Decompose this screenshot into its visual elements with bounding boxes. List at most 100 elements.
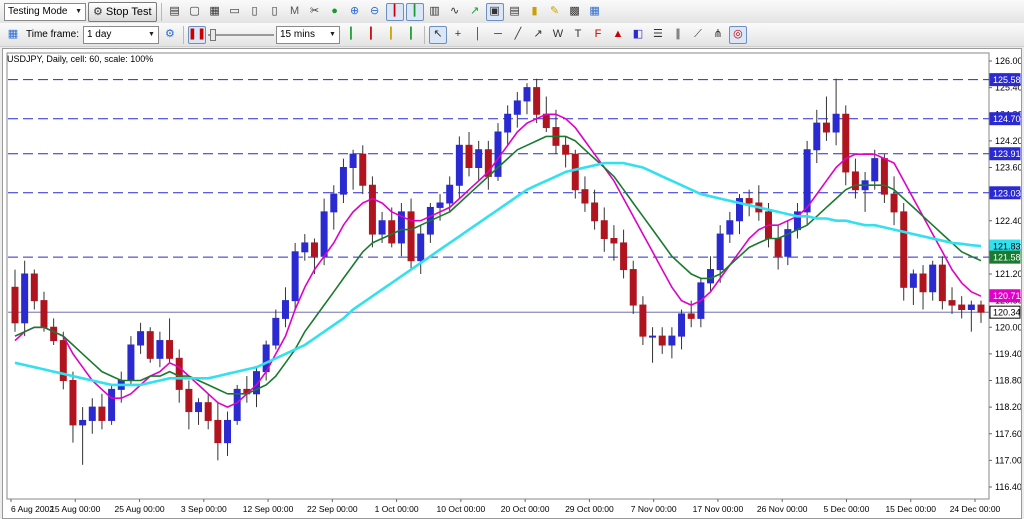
candle[interactable] — [436, 202, 444, 208]
candle[interactable] — [359, 153, 367, 186]
candle[interactable] — [571, 153, 579, 191]
fibo-icon[interactable]: F — [589, 26, 607, 44]
candle[interactable] — [774, 238, 782, 257]
candle[interactable] — [813, 122, 821, 151]
channel-icon[interactable]: ∥ — [669, 26, 687, 44]
candle[interactable] — [378, 220, 386, 235]
candle-red-icon[interactable]: ┃ — [362, 26, 380, 44]
timeframe-select[interactable]: 1 day ▼ — [82, 25, 159, 44]
candle-yellow-icon[interactable]: ┃ — [382, 26, 400, 44]
speed-slider-thumb[interactable] — [209, 28, 216, 41]
candle[interactable] — [272, 317, 280, 346]
chart-up-icon[interactable]: ↗ — [466, 3, 484, 21]
horizontal-line-icon[interactable]: ─ — [489, 26, 507, 44]
book-icon[interactable]: ▮ — [526, 3, 544, 21]
scissors-icon[interactable]: ✂ — [306, 3, 324, 21]
candle[interactable] — [629, 269, 637, 306]
candle[interactable] — [475, 149, 483, 168]
candle[interactable] — [658, 335, 666, 346]
candle[interactable] — [610, 238, 618, 244]
candle[interactable] — [214, 419, 222, 444]
window-icon[interactable]: ▢ — [186, 3, 204, 21]
candle-mixed-icon[interactable]: ┃ — [402, 26, 420, 44]
candle[interactable] — [707, 269, 715, 284]
template-icon[interactable]: ▤ — [506, 3, 524, 21]
fan-icon[interactable]: ⟋ — [689, 26, 707, 44]
bars-icon[interactable]: ┃ — [405, 2, 424, 21]
stop-test-button[interactable]: ⚙ Stop Test — [88, 1, 157, 22]
candle[interactable] — [967, 304, 975, 310]
trendline-icon[interactable]: ╱ — [509, 26, 527, 44]
candle[interactable] — [455, 144, 463, 186]
candle[interactable] — [958, 304, 966, 310]
folder-icon[interactable]: ▭ — [226, 3, 244, 21]
zoom-out-icon[interactable]: ⊖ — [366, 3, 384, 21]
candle[interactable] — [349, 153, 357, 168]
candle[interactable] — [98, 406, 106, 421]
candle[interactable] — [166, 340, 174, 359]
candle[interactable] — [21, 273, 29, 324]
candle[interactable] — [156, 340, 164, 359]
candle[interactable] — [204, 402, 212, 421]
speed-select[interactable]: 15 mins ▼ — [275, 25, 340, 44]
candle[interactable] — [310, 242, 318, 257]
candle[interactable] — [919, 273, 927, 293]
text-t-icon[interactable]: T — [569, 26, 587, 44]
mode-select[interactable]: Testing Mode ▼ — [4, 2, 86, 21]
candle[interactable] — [716, 233, 724, 271]
crosshair-icon[interactable]: + — [449, 26, 467, 44]
candles-icon[interactable]: ┃ — [385, 2, 404, 21]
pitchfork-icon[interactable]: ⋔ — [709, 26, 727, 44]
candle[interactable] — [330, 193, 338, 213]
tile-icon[interactable]: ▦ — [206, 3, 224, 21]
document-m-icon[interactable]: M — [286, 3, 304, 21]
candle[interactable] — [504, 113, 512, 133]
candle[interactable] — [11, 286, 19, 324]
candle[interactable] — [195, 402, 203, 413]
speed-slider[interactable] — [207, 26, 274, 44]
candle[interactable] — [79, 419, 87, 426]
candle[interactable] — [127, 344, 135, 381]
candle[interactable] — [88, 406, 96, 421]
candle[interactable] — [620, 242, 628, 271]
candle[interactable] — [513, 100, 521, 115]
candle[interactable] — [832, 113, 840, 133]
candle[interactable] — [803, 149, 811, 213]
cursor-icon[interactable]: ↖ — [428, 25, 447, 44]
candle[interactable] — [591, 202, 599, 222]
candle[interactable] — [726, 220, 734, 235]
bar-chart-icon[interactable]: ▤ — [166, 3, 184, 21]
candle[interactable] — [69, 380, 77, 426]
price-chart[interactable]: 126.00125.40124.80124.20123.60123.00122.… — [3, 49, 1021, 518]
layers-icon[interactable]: ▥ — [426, 3, 444, 21]
candle[interactable] — [40, 300, 48, 328]
candle[interactable] — [822, 122, 830, 133]
candle[interactable] — [533, 87, 541, 115]
record-icon[interactable]: ● — [326, 3, 344, 21]
candle[interactable] — [368, 184, 376, 235]
line-chart-icon[interactable]: ∿ — [446, 3, 464, 21]
candle[interactable] — [146, 331, 154, 359]
candle[interactable] — [948, 300, 956, 306]
candle[interactable] — [562, 144, 570, 155]
chart-box-icon[interactable]: ▣ — [485, 2, 504, 21]
candle[interactable] — [417, 233, 425, 262]
settings-icon[interactable]: ⚙ — [161, 26, 179, 44]
arrow-icon[interactable]: ▲ — [609, 26, 627, 44]
candle[interactable] — [446, 184, 454, 204]
vertical-line-icon[interactable]: │ — [469, 26, 487, 44]
candle[interactable] — [929, 264, 937, 293]
candle[interactable] — [523, 87, 531, 102]
candle[interactable] — [687, 313, 695, 319]
wave-w-icon[interactable]: W — [549, 26, 567, 44]
chart-window[interactable]: 126.00125.40124.80124.20123.60123.00122.… — [2, 48, 1022, 519]
candle[interactable] — [224, 419, 232, 444]
candle[interactable] — [137, 331, 145, 346]
magnet-icon[interactable]: ◎ — [728, 25, 747, 44]
candle-green-icon[interactable]: ┃ — [342, 26, 360, 44]
candle[interactable] — [745, 198, 753, 204]
candle[interactable] — [649, 335, 657, 338]
candle[interactable] — [600, 220, 608, 239]
candle[interactable] — [678, 313, 686, 337]
candle[interactable] — [639, 304, 647, 337]
